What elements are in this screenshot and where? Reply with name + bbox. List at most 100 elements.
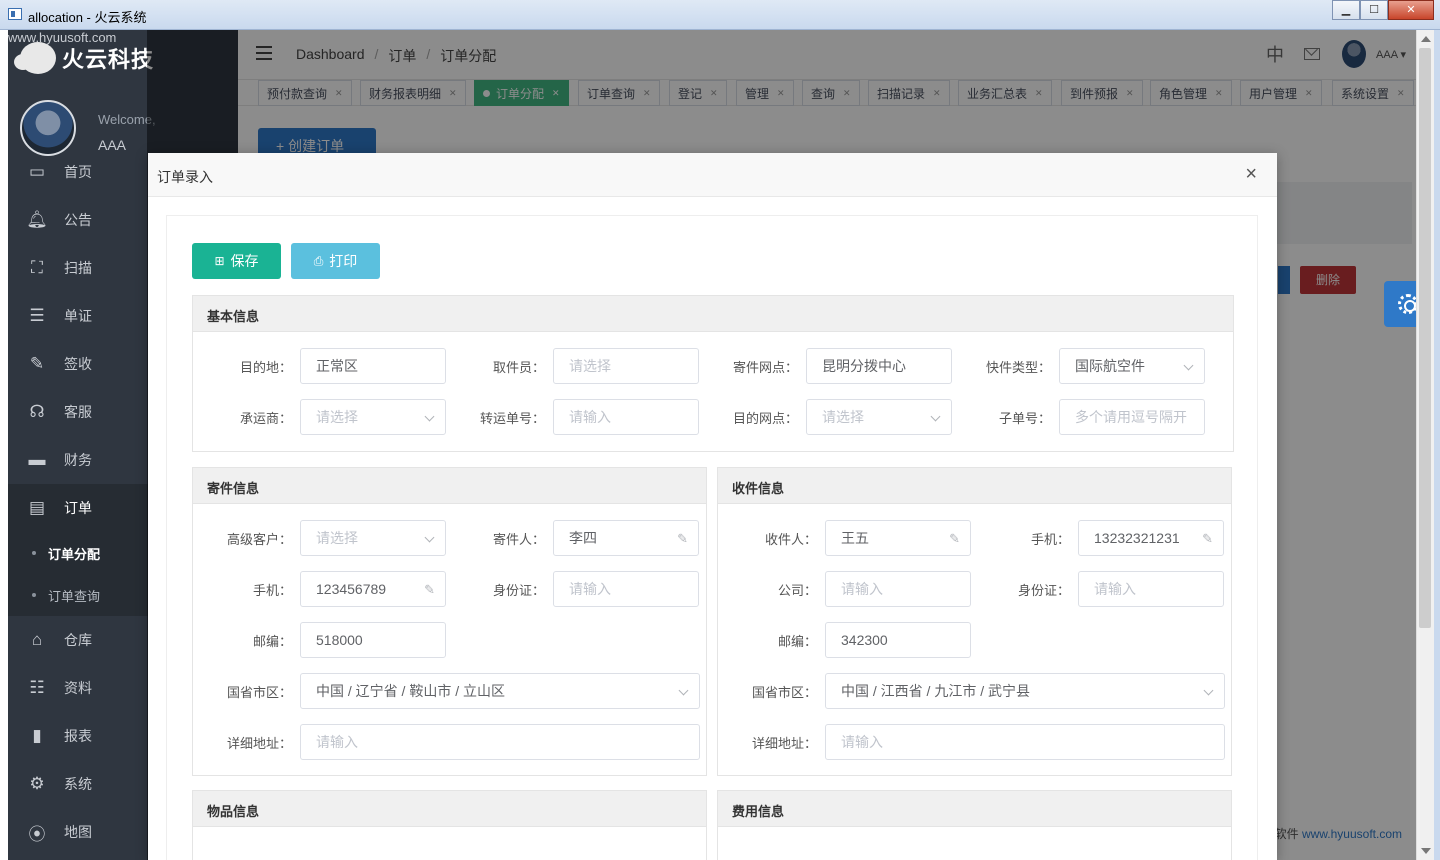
clipboard-icon: ▤ [28,498,46,517]
card-title: 收件信息 [718,468,1231,504]
close-icon[interactable]: × [1245,163,1257,186]
pencil-icon: ✎ [424,582,435,597]
sub-no-input[interactable]: 多个请用逗号隔开 [1059,399,1205,435]
sidebar-subitem-label: 订单分配 [48,546,101,562]
maximize-button[interactable]: ☐ [1360,0,1388,20]
sender-zip-input[interactable]: 518000 [300,622,446,658]
receiver-name-input[interactable]: 王五 ✎ [825,520,971,556]
sender-region-cascader[interactable]: 中国 / 辽宁省 / 鞍山市 / 立山区 [300,673,700,709]
receiver-id-field: 身份证： 请输入 [971,571,1224,607]
sidebar-item-label: 单证 [64,308,92,324]
receiver-address-input[interactable]: 请输入 [825,724,1225,760]
receiver-zip-input[interactable]: 342300 [825,622,971,658]
sidebar-item-label: 首页 [64,164,92,180]
sidebar-item-label: 订单 [64,500,92,516]
send-site-field: 寄件网点： 昆明分拨中心 [699,348,952,384]
bullet-dot-icon [32,551,36,555]
sidebar-subitem-label: 订单查询 [48,588,101,604]
dialog-body: ⊞ 保存 ⎙ 打印 基本信息 目的地： 正常区 取件员： 请选择 寄件网点： 昆明分… [166,215,1258,860]
window-title: allocation - 火云系统 [28,10,147,25]
receiver-zip-field: 邮编： 342300 [718,622,971,658]
receiver-id-input[interactable]: 请输入 [1078,571,1224,607]
headset-icon: ☊ [29,402,45,421]
receiver-phone-input[interactable]: 13232321231 ✎ [1078,520,1224,556]
dest-site-field: 目的网点： 请选择 [699,399,952,435]
express-type-select[interactable]: 国际航空件 [1059,348,1205,384]
transfer-no-input[interactable]: 请输入 [553,399,699,435]
sidebar-item-label: 扫描 [64,260,92,276]
vip-customer-select[interactable]: 请选择 [300,520,446,556]
close-window-button[interactable]: ✕ [1388,0,1434,20]
bell-icon: 🔔︎ [26,210,48,229]
sender-phone-field: 手机： 123456789 ✎ [193,571,446,607]
sign-icon: ✎ [29,354,45,373]
chevron-down-icon [1183,360,1194,371]
pencil-icon: ✎ [949,531,960,546]
gear-icon: ⚙ [29,774,45,793]
receiver-region-cascader[interactable]: 中国 / 江西省 / 九江市 / 武宁县 [825,673,1225,709]
dialog-title: 订单录入 [157,169,213,185]
sidebar-item-label: 系统 [64,776,92,792]
print-button[interactable]: ⎙ 打印 [291,243,380,279]
page-scrollbar[interactable] [1416,30,1434,860]
sidebar-item-label: 客服 [64,404,92,420]
bullet-dot-icon [32,593,36,597]
chevron-down-icon [424,411,435,422]
sidebar-item-label: 公告 [64,212,92,228]
wallet-icon: ▬ [28,450,46,469]
card-title: 物品信息 [193,791,706,827]
scan-icon: ⛶ [31,258,43,277]
send-site-input[interactable]: 昆明分拨中心 [806,348,952,384]
sidebar-item-label: 仓库 [64,632,92,648]
card-title: 基本信息 [193,296,1233,332]
sender-id-field: 身份证： 请输入 [446,571,699,607]
bar-chart-icon: ▮ [32,726,42,745]
destination-input[interactable]: 正常区 [300,348,446,384]
sub-no-field: 子单号： 多个请用逗号隔开 [952,399,1205,435]
scroll-thumb[interactable] [1419,48,1431,628]
sender-name-field: 寄件人： 李四 ✎ [446,520,699,556]
sender-id-input[interactable]: 请输入 [553,571,699,607]
scroll-down-icon[interactable] [1421,848,1431,854]
sender-info-card: 寄件信息 高级客户： 请选择 寄件人： 李四 ✎ 手机： 123456789 ✎ 身… [192,467,707,776]
chevron-down-icon [678,685,689,696]
receiver-name-field: 收件人： 王五 ✎ [718,520,971,556]
gear-icon [1398,294,1418,314]
sender-region-field: 国省市区： 中国 / 辽宁省 / 鞍山市 / 立山区 [193,673,700,709]
sliders-icon: ☷ [29,678,45,697]
scroll-up-icon[interactable] [1421,36,1431,42]
sender-name-input[interactable]: 李四 ✎ [553,520,699,556]
receiver-company-field: 公司： 请输入 [718,571,971,607]
minimize-button[interactable]: ▁ [1332,0,1360,20]
sidebar-item-label: 签收 [64,356,92,372]
receiver-company-input[interactable]: 请输入 [825,571,971,607]
pencil-icon: ✎ [1202,531,1213,546]
window-frame [1434,30,1440,860]
receiver-phone-field: 手机： 13232321231 ✎ [971,520,1224,556]
chevron-down-icon [424,532,435,543]
carrier-select[interactable]: 请选择 [300,399,446,435]
receiver-address-field: 详细地址： 请输入 [718,724,1225,760]
sender-phone-input[interactable]: 123456789 ✎ [300,571,446,607]
save-button[interactable]: ⊞ 保存 [192,243,281,279]
carrier-field: 承运商： 请选择 [193,399,446,435]
sidebar-item-label: 资料 [64,680,92,696]
sidebar-item-label: 报表 [64,728,92,744]
sender-address-field: 详细地址： 请输入 [193,724,700,760]
home-icon: ⌂ [31,630,43,649]
vip-customer-field: 高级客户： 请选择 [193,520,446,556]
sender-address-input[interactable]: 请输入 [300,724,700,760]
logo: 火云科技 [14,38,155,78]
logo-text: 火云科技 [62,47,155,72]
picker-field: 取件员： 请选择 [446,348,699,384]
chevron-down-icon [930,411,941,422]
card-title: 费用信息 [718,791,1231,827]
chevron-down-icon [1203,685,1214,696]
dest-site-select[interactable]: 请选择 [806,399,952,435]
destination-field: 目的地： 正常区 [193,348,446,384]
receiver-region-field: 国省市区： 中国 / 江西省 / 九江市 / 武宁县 [718,673,1225,709]
basic-info-card: 基本信息 目的地： 正常区 取件员： 请选择 寄件网点： 昆明分拨中心 快件类型… [192,295,1234,452]
picker-input[interactable]: 请选择 [553,348,699,384]
cloud-logo-icon [14,42,56,74]
app-icon [8,8,22,20]
